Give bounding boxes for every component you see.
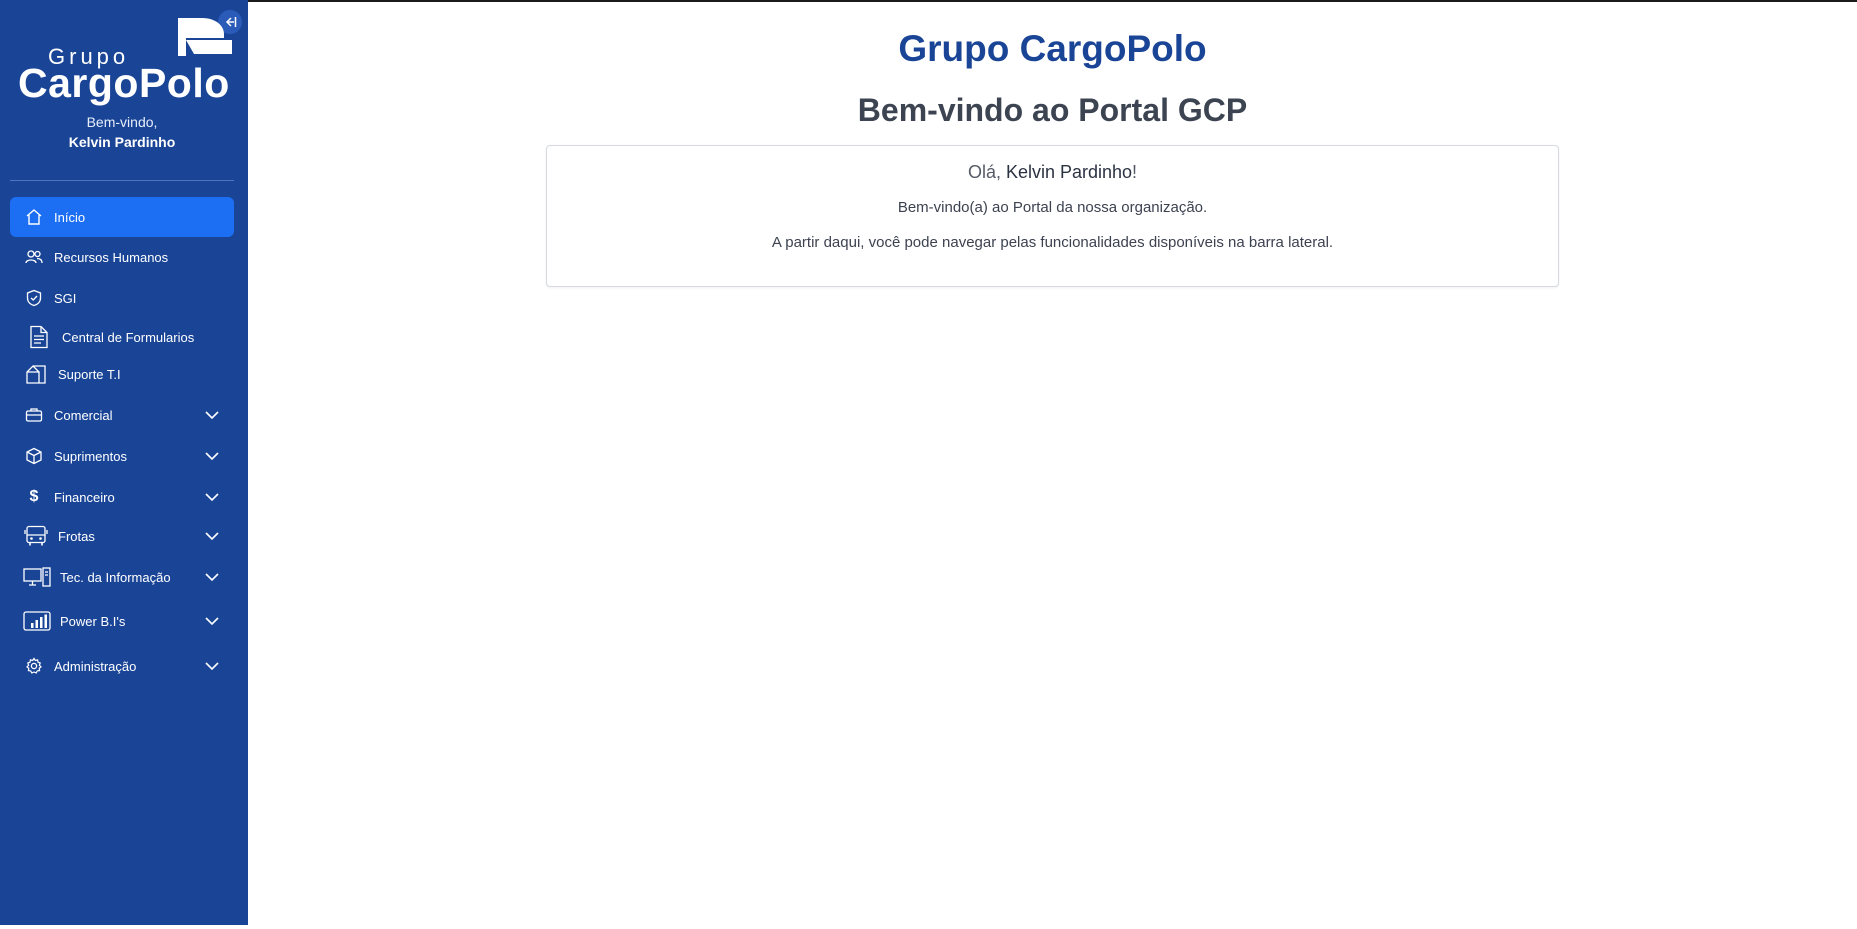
sidebar-divider: [10, 180, 234, 181]
welcome-text-line1: Bem-vindo(a) ao Portal da nossa organiza…: [897, 199, 1208, 216]
sidebar-item-suprimentos[interactable]: Suprimentos: [10, 437, 234, 475]
sidebar-item-financeiro[interactable]: $ Financeiro: [10, 478, 234, 516]
sidebar-item-administracao[interactable]: Administração: [10, 647, 234, 685]
chevron-down-icon: [205, 573, 219, 582]
sidebar-item-label: Tec. da Informação: [60, 569, 171, 585]
sidebar-item-label: Frotas: [58, 528, 95, 544]
users-icon: [22, 245, 46, 269]
document-icon: [24, 325, 54, 349]
greeting-name: Kelvin Pardinho: [1005, 162, 1133, 182]
logo-big-text: CargoPolo: [18, 60, 230, 106]
welcome-line: Bem-vindo,: [86, 114, 158, 130]
greeting-prefix: Olá,: [967, 162, 1006, 182]
chevron-down-icon: [205, 532, 219, 541]
chevron-down-icon: [205, 662, 219, 671]
brand-logo: Grupo CargoPolo: [18, 16, 233, 106]
gear-icon: [22, 654, 46, 678]
sidebar-item-inicio[interactable]: Início: [10, 197, 234, 237]
sidebar: Grupo CargoPolo Bem-vindo, Kelvin Pardin…: [0, 0, 248, 925]
sidebar-item-label: SGI: [54, 290, 77, 306]
box-icon: [22, 444, 46, 468]
page-subtitle: Bem-vindo ao Portal GCP: [857, 92, 1248, 128]
chevron-down-icon: [205, 452, 219, 461]
window-top-border: [0, 0, 1857, 2]
home-icon: [22, 205, 46, 229]
sidebar-item-label: Central de Formularios: [62, 329, 195, 345]
sidebar-item-recursos-humanos[interactable]: Recursos Humanos: [10, 238, 234, 276]
greeting: Olá, Kelvin Pardinho!: [547, 162, 1558, 183]
sidebar-item-label: Administração: [54, 658, 137, 674]
sidebar-item-label: Comercial: [54, 407, 113, 423]
welcome-card: Olá, Kelvin Pardinho! Bem-vindo(a) ao Po…: [546, 145, 1559, 287]
sidebar-item-label: Financeiro: [54, 489, 115, 505]
logo-mark-icon: [178, 18, 232, 56]
shield-icon: [22, 286, 46, 310]
sidebar-item-label: Início: [54, 209, 86, 225]
building-icon: [22, 362, 50, 386]
sidebar-item-tec-informacao[interactable]: Tec. da Informação: [10, 558, 234, 596]
chevron-down-icon: [205, 617, 219, 626]
computer-icon: [22, 565, 52, 589]
briefcase-icon: [22, 403, 46, 427]
sidebar-item-label: Suporte T.I: [58, 366, 121, 382]
greeting-suffix: !: [1132, 162, 1138, 182]
sidebar-item-label: Recursos Humanos: [54, 249, 169, 265]
chart-icon: [22, 609, 52, 633]
bus-icon: [22, 524, 50, 548]
sidebar-item-power-bi[interactable]: Power B.I's: [10, 602, 234, 640]
chevron-down-icon: [205, 493, 219, 502]
user-name: Kelvin Pardinho: [68, 134, 176, 150]
sidebar-item-suporte-ti[interactable]: Suporte T.I: [10, 355, 234, 393]
sidebar-item-label: Power B.I's: [60, 613, 126, 629]
sidebar-item-sgi[interactable]: SGI: [10, 279, 234, 317]
sidebar-item-label: Suprimentos: [54, 448, 127, 464]
window-bottom-border: [0, 925, 1857, 929]
user-welcome: Bem-vindo, Kelvin Pardinho: [0, 114, 244, 150]
welcome-text-line2: A partir daqui, você pode navegar pelas …: [771, 234, 1334, 251]
chevron-down-icon: [205, 411, 219, 420]
sidebar-item-comercial[interactable]: Comercial: [10, 396, 234, 434]
dollar-icon: $: [29, 488, 39, 505]
sidebar-item-frotas[interactable]: Frotas: [10, 517, 234, 555]
sidebar-item-central-formularios[interactable]: Central de Formularios: [10, 318, 234, 356]
page-title: Grupo CargoPolo: [898, 28, 1207, 69]
